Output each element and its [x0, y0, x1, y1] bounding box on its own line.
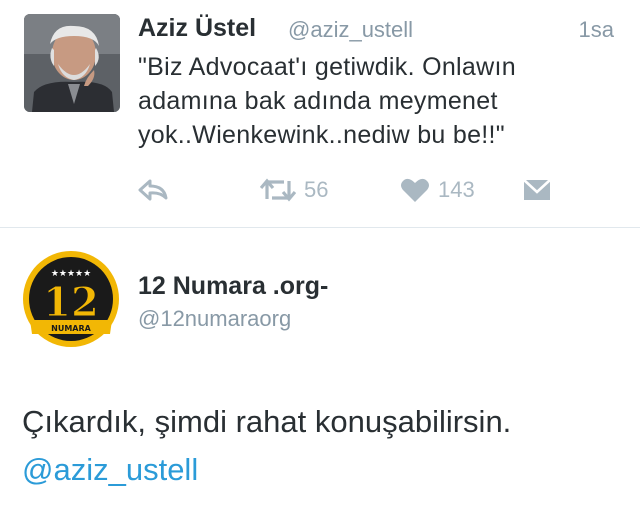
original-tweet[interactable]: Aziz Üstel @aziz_ustell 1sa "Biz Advocaa…: [0, 0, 640, 227]
reply-tweet[interactable]: ★★★★★ 12 NUMARA 12 Numara .org- @12numar…: [0, 228, 640, 517]
12-numara-logo: ★★★★★ 12 NUMARA: [23, 251, 119, 347]
svg-text:★★★★★: ★★★★★: [51, 269, 91, 279]
reply-text: Çıkardık, şimdi rahat konuşabilirsin. @a…: [22, 398, 632, 494]
retweet-count: 56: [304, 177, 329, 202]
reply-author-name[interactable]: 12 Numara .org-: [138, 272, 328, 301]
tweet-header: Aziz Üstel @aziz_ustell 1sa: [138, 12, 618, 46]
direct-message-button[interactable]: [522, 172, 552, 208]
author-handle[interactable]: @aziz_ustell: [288, 17, 413, 43]
retweet-button[interactable]: 56: [260, 172, 328, 208]
tweet-timestamp[interactable]: 1sa: [579, 17, 614, 43]
reply-button[interactable]: [138, 172, 168, 208]
author-name[interactable]: Aziz Üstel: [138, 14, 256, 43]
reply-text-line: Çıkardık, şimdi rahat konuşabilirsin.: [22, 404, 512, 439]
like-button[interactable]: 143: [400, 172, 475, 208]
reply-avatar[interactable]: ★★★★★ 12 NUMARA: [22, 250, 120, 348]
like-count: 143: [438, 177, 475, 202]
retweet-icon: [260, 178, 296, 202]
tweet-text-line: "Biz Advocaat'ı getiwdik. Onlawın: [138, 53, 516, 81]
svg-text:NUMARA: NUMARA: [51, 324, 92, 333]
reply-author-handle[interactable]: @12numaraorg: [138, 306, 291, 332]
tweet-text: "Biz Advocaat'ı getiwdik. Onlawın adamın…: [138, 50, 618, 152]
reply-icon: [138, 179, 168, 201]
mention-link[interactable]: @aziz_ustell: [22, 452, 198, 487]
heart-icon: [401, 178, 429, 202]
direct-message-icon: [523, 179, 551, 200]
svg-text:12: 12: [43, 279, 99, 326]
author-photo: [24, 14, 120, 112]
tweet-text-line: yok..Wienkewink..nediw bu be!!": [138, 121, 505, 149]
author-avatar[interactable]: [24, 14, 120, 112]
tweet-actions: 56 143: [138, 172, 618, 208]
tweet-text-line: adamına bak adında meymenet: [138, 87, 498, 115]
